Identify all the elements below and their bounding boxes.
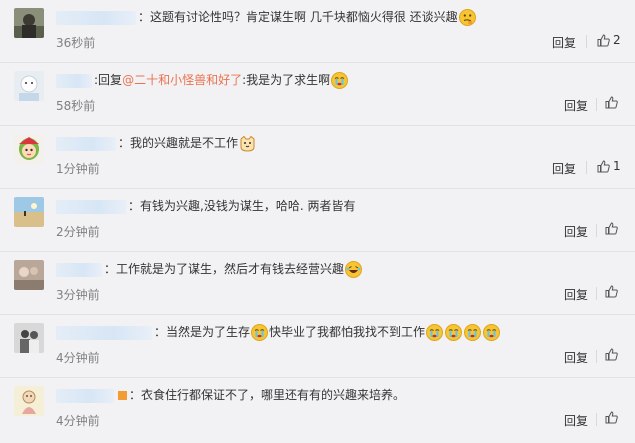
reply-button[interactable]: 回复: [564, 412, 588, 429]
comment-item: ：当然是为了生存 快毕业了我都怕我找不到工作 4分钟前 回复: [0, 315, 635, 378]
comment-item: ：我的兴趣就是不工作 1分钟前 回复 1: [0, 126, 635, 189]
thumbs-up-icon: [605, 222, 618, 235]
like-button[interactable]: [605, 348, 621, 361]
divider: [596, 224, 597, 237]
comment-body: ：工作就是为了谋生，然后才有钱去经营兴趣: [56, 260, 615, 278]
reply-button[interactable]: 回复: [552, 160, 576, 177]
comment-item: ：衣食住行都保证不了，哪里还有有的兴趣来培养。 4分钟前 回复: [0, 378, 635, 441]
comment-text: ：有钱为兴趣,没钱为谋生，哈哈. 两者皆有: [128, 199, 356, 213]
thumbs-up-icon: [597, 159, 610, 172]
comment-time: 1分钟前: [56, 162, 100, 176]
divider: [586, 161, 587, 174]
laughing-emoji-icon: [345, 261, 363, 278]
like-button[interactable]: 1: [597, 159, 621, 173]
crying-emoji-icon: [483, 324, 501, 341]
reply-button[interactable]: 回复: [564, 349, 588, 366]
username-redacted[interactable]: [56, 325, 152, 340]
crying-emoji-icon: [426, 324, 444, 341]
crying-emoji-icon: [464, 324, 482, 341]
comment-item: ：工作就是为了谋生，然后才有钱去经营兴趣 3分钟前 回复: [0, 252, 635, 315]
comment-time: 4分钟前: [56, 351, 100, 365]
username-redacted[interactable]: [56, 262, 102, 277]
like-count: 2: [613, 33, 621, 47]
divider: [596, 350, 597, 363]
mention-link[interactable]: @二十和小怪兽和好了: [122, 73, 242, 87]
comment-time: 36秒前: [56, 36, 96, 50]
username-redacted[interactable]: [56, 136, 116, 151]
comment-list: ：这题有讨论性吗？肯定谋生啊 几千块都恼火得很 还谈兴趣 36秒前 回复 2 :…: [0, 0, 635, 443]
reply-prefix: 回复: [98, 73, 123, 87]
comment-item: :回复@二十和小怪兽和好了:我是为了求生啊 58秒前 回复: [0, 63, 635, 126]
reply-button[interactable]: 回复: [552, 34, 576, 51]
comment-text: ：衣食住行都保证不了，哪里还有有的兴趣来培养。: [129, 388, 406, 402]
like-button[interactable]: 2: [597, 33, 621, 47]
comment-text: ：这题有讨论性吗？肯定谋生啊 几千块都恼火得很 还谈兴趣: [138, 10, 458, 24]
divider: [596, 413, 597, 426]
avatar[interactable]: [14, 386, 44, 416]
divider: [586, 35, 587, 48]
comment-item: ：这题有讨论性吗？肯定谋生啊 几千块都恼火得很 还谈兴趣 36秒前 回复 2: [0, 0, 635, 63]
crying-emoji-icon: [445, 324, 463, 341]
like-count: 1: [613, 159, 621, 173]
thumbs-up-icon: [605, 285, 618, 298]
reply-button[interactable]: 回复: [564, 286, 588, 303]
thumbs-up-icon: [605, 96, 618, 109]
reply-button[interactable]: 回复: [564, 223, 588, 240]
comment-time: 4分钟前: [56, 414, 100, 428]
thinking-emoji-icon: [458, 9, 476, 26]
divider: [596, 287, 597, 300]
avatar[interactable]: [14, 260, 44, 290]
like-button[interactable]: [605, 222, 621, 235]
comment-body: ：我的兴趣就是不工作: [56, 134, 615, 152]
vip-badge-icon: [118, 391, 127, 400]
comment-text: ：我的兴趣就是不工作: [118, 136, 239, 150]
comment-body: :回复@二十和小怪兽和好了:我是为了求生啊: [56, 71, 615, 89]
username-redacted[interactable]: [56, 199, 126, 214]
avatar[interactable]: [14, 134, 44, 164]
crying-emoji-icon: [331, 72, 349, 89]
comment-time: 2分钟前: [56, 225, 100, 239]
username-redacted[interactable]: [56, 73, 92, 88]
comment-item: ：有钱为兴趣,没钱为谋生，哈哈. 两者皆有 2分钟前 回复: [0, 189, 635, 252]
thumbs-up-icon: [597, 33, 610, 46]
thumbs-up-icon: [605, 411, 618, 424]
like-button[interactable]: [605, 96, 621, 109]
avatar[interactable]: [14, 8, 44, 38]
reply-button[interactable]: 回复: [564, 97, 588, 114]
comment-text-continued: 快毕业了我都怕我找不到工作: [269, 325, 426, 339]
divider: [596, 98, 597, 111]
comment-text: ：当然是为了生存: [154, 325, 251, 339]
avatar[interactable]: [14, 323, 44, 353]
comment-body: ：当然是为了生存 快毕业了我都怕我找不到工作: [56, 323, 615, 341]
thumbs-up-icon: [605, 348, 618, 361]
comment-text: :我是为了求生啊: [242, 73, 331, 87]
comment-time: 3分钟前: [56, 288, 100, 302]
crying-emoji-icon: [251, 324, 269, 341]
username-redacted[interactable]: [56, 10, 136, 25]
like-button[interactable]: [605, 285, 621, 298]
avatar[interactable]: [14, 71, 44, 101]
avatar[interactable]: [14, 197, 44, 227]
cat-emoji-icon: [239, 135, 256, 152]
comment-text: ：工作就是为了谋生，然后才有钱去经营兴趣: [104, 262, 345, 276]
comment-body: ：衣食住行都保证不了，哪里还有有的兴趣来培养。: [56, 386, 615, 404]
comment-body: ：这题有讨论性吗？肯定谋生啊 几千块都恼火得很 还谈兴趣: [56, 8, 615, 26]
comment-time: 58秒前: [56, 99, 96, 113]
username-redacted[interactable]: [56, 388, 114, 403]
like-button[interactable]: [605, 411, 621, 424]
comment-body: ：有钱为兴趣,没钱为谋生，哈哈. 两者皆有: [56, 197, 615, 215]
